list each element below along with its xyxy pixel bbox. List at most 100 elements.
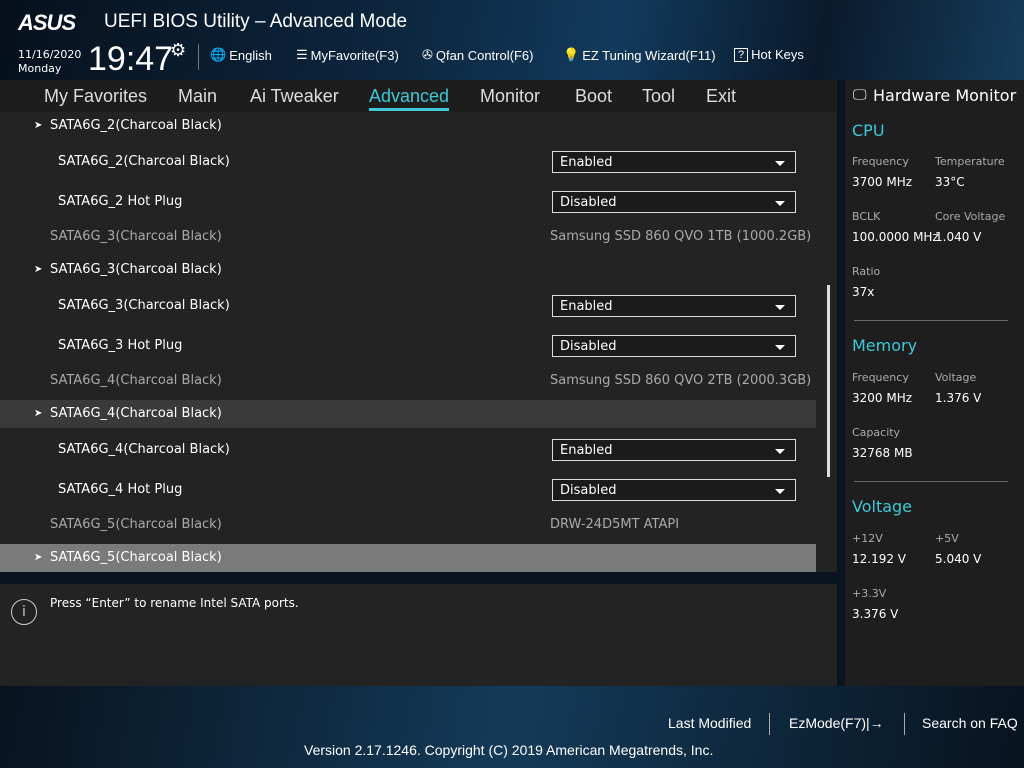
info-icon: i [11,599,37,625]
cpu-title: CPU [852,121,885,140]
settings-list: ➤ SATA6G_2(Charcoal Black) SATA6G_2(Charco… [0,112,837,572]
tab-main[interactable]: Main [178,86,217,107]
submenu-row[interactable]: ➤ SATA6G_2(Charcoal Black) [0,112,816,140]
hardware-monitor: 🖵 Hardware Monitor CPU Frequency 3700 MH… [845,80,1024,686]
mem-frequency: 3200 MHz [852,391,913,405]
divider [854,320,1008,321]
voltage-title: Voltage [852,497,913,516]
capacity-label: Capacity [852,426,901,439]
setting-dropdown[interactable]: Disabled [552,335,796,357]
ezmode-button[interactable]: EzMode(F7)|→ [789,715,884,731]
dropdown-value: Enabled [560,299,613,314]
mem-frequency-label: Frequency [852,371,909,384]
date: 11/16/2020 [18,48,82,61]
chevron-down-icon [775,161,785,166]
monitor-icon: 🖵 [853,87,867,103]
tool-label: English [229,47,272,63]
dropdown-value: Disabled [560,339,617,354]
row-label: SATA6G_5(Charcoal Black) [50,517,222,532]
info-row: SATA6G_4(Charcoal Black) Samsung SSD 860 … [0,367,816,395]
v5: 5.040 V [935,552,982,566]
last-modified-button[interactable]: Last Modified [668,715,751,731]
help-icon: ? [734,47,749,62]
qfan-button[interactable]: ✇ Qfan Control(F6) [422,47,533,63]
chevron-down-icon [775,449,785,454]
fan-icon: ✇ [422,47,433,62]
help-panel: i Press “Enter” to rename Intel SATA por… [0,584,837,686]
v33: 3.376 V [852,607,899,621]
tool-label: MyFavorite(F3) [310,47,399,63]
setting-row[interactable]: SATA6G_4(Charcoal Black) Enabled [0,436,816,464]
hw-title: Hardware Monitor [873,86,1017,105]
hotkeys-button[interactable]: ? Hot Keys [734,47,804,62]
tab-tool[interactable]: Tool [642,86,675,107]
v12-label: +12V [852,532,883,545]
setting-dropdown[interactable]: Enabled [552,151,796,173]
gear-icon[interactable]: ⚙ [170,40,186,61]
divider [904,713,905,735]
setting-dropdown[interactable]: Enabled [552,295,796,317]
submenu-row[interactable]: ➤ SATA6G_3(Charcoal Black) [0,256,816,284]
row-label: SATA6G_3(Charcoal Black) [58,298,230,313]
row-label: SATA6G_4(Charcoal Black) [50,373,222,388]
search-faq-button[interactable]: Search on FAQ [922,715,1018,731]
arrow-icon: ➤ [34,408,43,419]
submenu-row[interactable]: ➤ SATA6G_4(Charcoal Black) [0,400,816,428]
setting-dropdown[interactable]: Enabled [552,439,796,461]
tab-ai-tweaker[interactable]: Ai Tweaker [250,86,339,107]
setting-row[interactable]: SATA6G_3(Charcoal Black) Enabled [0,292,816,320]
device-name: Samsung SSD 860 QVO 2TB (2000.3GB) [550,373,812,388]
bclk: 100.0000 MHz [852,230,939,244]
tab-bar: My Favorites Main Ai Tweaker Advanced Mo… [0,80,837,112]
v12: 12.192 V [852,552,907,566]
date-display: 11/16/2020 Monday [18,48,81,76]
dropdown-value: Disabled [560,483,617,498]
mem-voltage-label: Voltage [935,371,977,384]
device-name: Samsung SSD 860 QVO 1TB (1000.2GB) [550,229,812,244]
row-label: SATA6G_4(Charcoal Black) [58,442,230,457]
arrow-icon: ➤ [34,264,43,275]
device-name: DRW-24D5MT ATAPI [550,517,680,532]
v5-label: +5V [935,532,959,545]
tab-monitor[interactable]: Monitor [480,86,540,107]
setting-row[interactable]: SATA6G_3 Hot Plug Disabled [0,332,816,360]
dropdown-value: Disabled [560,195,617,210]
setting-dropdown[interactable]: Disabled [552,191,796,213]
tab-my-favorites[interactable]: My Favorites [44,86,147,107]
row-label: SATA6G_3(Charcoal Black) [50,229,222,244]
header: ASUS UEFI BIOS Utility – Advanced Mode 1… [0,0,1024,80]
ez-tuning-button[interactable]: 💡 EZ Tuning Wizard(F11) [563,47,716,63]
tab-advanced[interactable]: Advanced [369,86,450,111]
row-label: SATA6G_3 Hot Plug [58,338,183,353]
setting-row[interactable]: SATA6G_2(Charcoal Black) Enabled [0,148,816,176]
cpu-frequency: 3700 MHz [852,175,913,189]
chevron-down-icon [775,305,785,310]
cpu-frequency-label: Frequency [852,155,909,168]
bclk-label: BCLK [852,210,881,223]
chevron-down-icon [775,201,785,206]
tool-label: EZ Tuning Wizard(F11) [582,47,716,63]
setting-dropdown[interactable]: Disabled [552,479,796,501]
dropdown-value: Enabled [560,443,613,458]
mem-voltage: 1.376 V [935,391,982,405]
tab-boot[interactable]: Boot [575,86,612,107]
tab-exit[interactable]: Exit [706,86,736,107]
tool-label: Qfan Control(F6) [435,47,534,63]
scrollbar[interactable] [827,285,830,477]
bulb-icon: 💡 [563,47,580,62]
cpu-temp: 33°C [935,175,965,189]
setting-row[interactable]: SATA6G_2 Hot Plug Disabled [0,188,816,216]
arrow-icon: ➤ [34,120,43,131]
day: Monday [18,62,62,75]
footer: Last Modified EzMode(F7)|→ Search on FAQ… [0,686,1024,768]
row-label: SATA6G_3(Charcoal Black) [50,262,222,277]
tool-label: Hot Keys [751,47,804,62]
divider [769,713,770,735]
submenu-row[interactable]: ➤ SATA6G_5(Charcoal Black) [0,544,816,572]
ratio: 37x [852,285,875,299]
myfavorite-button[interactable]: ☰ MyFavorite(F3) [296,47,399,63]
arrow-icon: ➤ [34,552,43,563]
row-label: SATA6G_2(Charcoal Black) [50,118,222,133]
setting-row[interactable]: SATA6G_4 Hot Plug Disabled [0,476,816,504]
language-button[interactable]: 🌐 English [210,47,272,63]
